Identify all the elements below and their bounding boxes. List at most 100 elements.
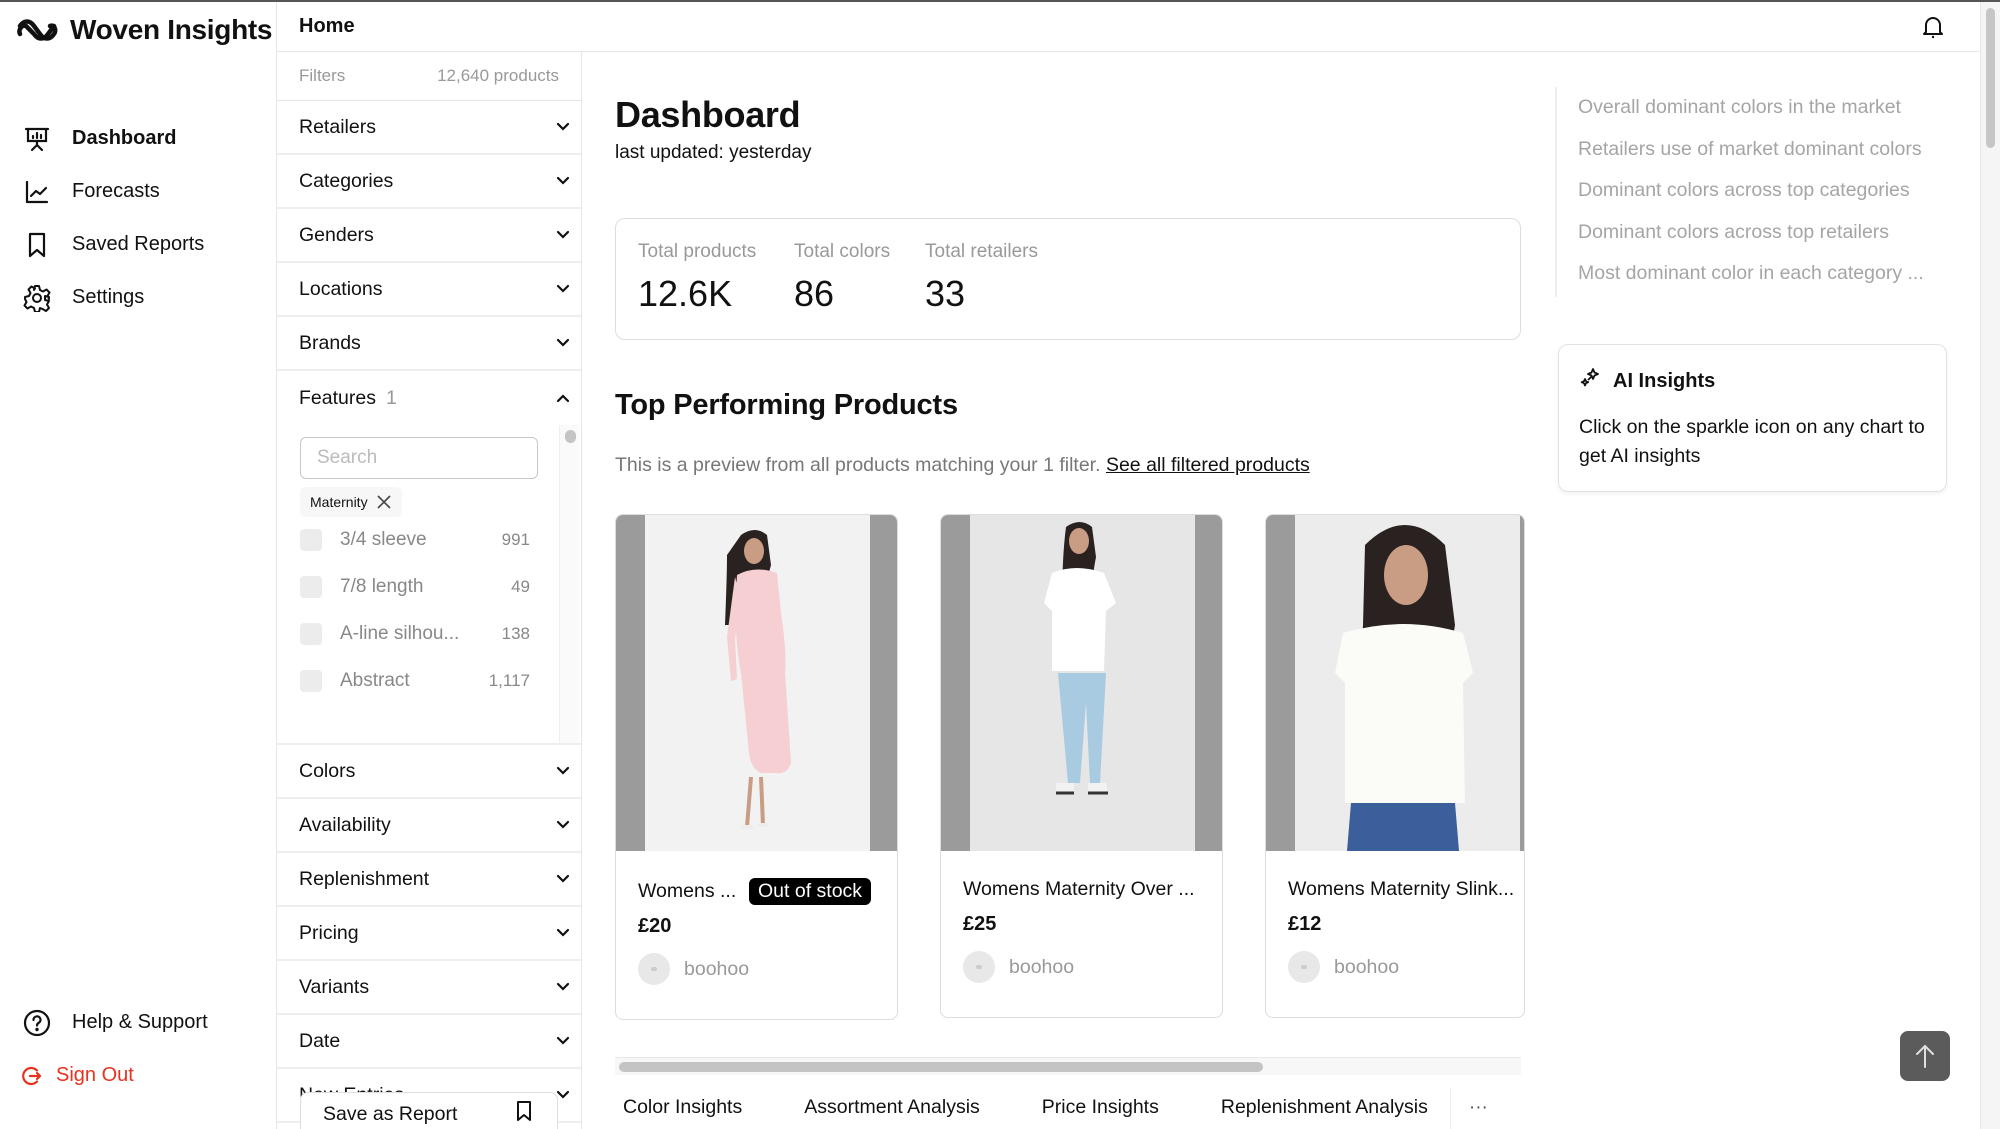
option-label: 3/4 sleeve	[340, 529, 427, 550]
option-label: 7/8 length	[340, 576, 424, 597]
product-card[interactable]: Womens ... Out of stock £20 boohoo	[615, 514, 898, 1020]
chevron-down-icon	[553, 977, 573, 997]
breadcrumb[interactable]: Home	[299, 15, 355, 38]
help-circle-icon	[22, 1008, 52, 1038]
scrollbar-thumb[interactable]	[1986, 8, 1995, 148]
stat-value: 86	[794, 273, 835, 314]
ai-insights-text: Click on the sparkle icon on any chart t…	[1579, 416, 1925, 467]
nav-item-forecasts[interactable]: Forecasts	[0, 165, 277, 218]
nav-item-sign-out[interactable]: Sign Out	[0, 1049, 277, 1102]
nav-item-help-support[interactable]: Help & Support	[0, 996, 277, 1049]
filter-categories[interactable]: Categories	[277, 155, 581, 209]
product-name: Womens Maternity Slink...	[1288, 878, 1515, 900]
more-tabs-button[interactable]: ···	[1449, 1086, 1506, 1129]
product-card[interactable]: Womens Maternity Slink... £12 boohoo	[1265, 514, 1525, 1018]
product-image	[616, 515, 897, 851]
stat-total-products: Total products 12.6K	[638, 241, 756, 315]
nav-item-dashboard[interactable]: Dashboard	[0, 112, 277, 165]
tab-color-insights[interactable]: Color Insights	[615, 1086, 750, 1129]
top-header: Home	[277, 2, 1980, 52]
nav-item-settings[interactable]: Settings	[0, 271, 277, 324]
features-scrollbar[interactable]	[559, 425, 579, 743]
scroll-to-top-button[interactable]	[1900, 1031, 1950, 1081]
products-horizontal-scrollbar[interactable]	[615, 1057, 1521, 1075]
toc-item[interactable]: Retailers use of market dominant colors	[1578, 129, 1955, 171]
chevron-down-icon	[553, 333, 573, 353]
scrollbar-thumb[interactable]	[565, 430, 576, 443]
scrollbar-thumb[interactable]	[619, 1062, 1263, 1072]
filter-label: Brands	[299, 331, 361, 354]
tab-assortment-analysis[interactable]: Assortment Analysis	[796, 1086, 988, 1129]
chevron-down-icon	[553, 869, 573, 889]
app-logo[interactable]: Woven Insights	[16, 14, 273, 46]
stat-label: Total colors	[794, 241, 891, 262]
checkbox[interactable]	[300, 670, 322, 692]
filter-replenishment[interactable]: Replenishment	[277, 853, 581, 907]
filter-label: Features	[299, 386, 376, 409]
retailer: boohoo	[963, 951, 1074, 983]
filter-locations[interactable]: Locations	[277, 263, 581, 317]
features-search-input[interactable]	[300, 437, 538, 479]
chevron-down-icon	[553, 225, 573, 245]
filter-availability[interactable]: Availability	[277, 799, 581, 853]
filter-retailers[interactable]: Retailers	[277, 101, 581, 155]
toc-item[interactable]: Most dominant color in each category ...	[1578, 253, 1955, 295]
chevron-down-icon	[553, 761, 573, 781]
retailer-logo-icon	[638, 953, 670, 985]
stat-label: Total retailers	[925, 241, 1038, 262]
filter-variants[interactable]: Variants	[277, 961, 581, 1015]
save-as-report-button[interactable]: Save as Report	[300, 1092, 558, 1129]
product-card[interactable]: Womens Maternity Over ... £25 boohoo	[940, 514, 1223, 1018]
section-toc: Overall dominant colors in the market Re…	[1555, 87, 1955, 297]
filter-brands[interactable]: Brands	[277, 317, 581, 371]
sparkle-icon	[1579, 367, 1601, 395]
bell-icon[interactable]	[1920, 14, 1946, 45]
out-of-stock-badge: Out of stock	[749, 878, 872, 905]
filter-label: Colors	[299, 759, 356, 782]
toc-item[interactable]: Dominant colors across top retailers	[1578, 212, 1955, 254]
chevron-down-icon	[553, 117, 573, 137]
nav-item-saved-reports[interactable]: Saved Reports	[0, 218, 277, 271]
filter-features[interactable]: Features 1	[277, 371, 581, 425]
stat-value: 12.6K	[638, 273, 733, 314]
ai-insights-card: AI Insights Click on the sparkle icon on…	[1558, 344, 1947, 492]
checkbox[interactable]	[300, 529, 322, 551]
tab-replenishment-analysis[interactable]: Replenishment Analysis	[1213, 1086, 1436, 1129]
page-scrollbar[interactable]	[1980, 2, 2000, 1129]
filter-active-count: 1	[385, 386, 397, 409]
filter-label: Retailers	[299, 115, 376, 138]
close-icon[interactable]	[376, 494, 392, 510]
filter-label: Availability	[299, 813, 391, 836]
presentation-chart-icon	[22, 124, 52, 154]
filter-label: Pricing	[299, 921, 359, 944]
product-image	[1266, 515, 1524, 851]
tab-price-insights[interactable]: Price Insights	[1034, 1086, 1167, 1129]
feature-option[interactable]: 3/4 sleeve 991	[300, 525, 530, 555]
ai-insights-header: AI Insights	[1579, 367, 1926, 395]
checkbox[interactable]	[300, 576, 322, 598]
filter-colors[interactable]: Colors	[277, 745, 581, 799]
filters-title: Filters	[299, 66, 346, 85]
retailer: boohoo	[638, 953, 749, 985]
nav-label: Settings	[72, 286, 145, 308]
option-count: 991	[501, 530, 530, 549]
filter-pricing[interactable]: Pricing	[277, 907, 581, 961]
filter-date[interactable]: Date	[277, 1015, 581, 1069]
line-chart-icon	[22, 177, 52, 207]
retailer-logo-icon	[1288, 951, 1320, 983]
gear-icon	[22, 283, 52, 313]
sidebar-nav: Woven Insights Dashboard Forecasts Saved…	[0, 2, 277, 1129]
nav-label: Dashboard	[72, 127, 177, 149]
toc-item[interactable]: Dominant colors across top categories	[1578, 170, 1955, 212]
filters-header: Filters 12,640 products	[277, 52, 581, 101]
filter-genders[interactable]: Genders	[277, 209, 581, 263]
filter-label: Replenishment	[299, 867, 430, 890]
dashboard-main: Dashboard last updated: yesterday Total …	[582, 52, 1557, 1129]
toc-item[interactable]: Overall dominant colors in the market	[1578, 87, 1955, 129]
last-updated: last updated: yesterday	[615, 142, 812, 163]
see-all-filtered-products-link[interactable]: See all filtered products	[1106, 454, 1310, 476]
feature-option[interactable]: Abstract 1,117	[300, 666, 530, 696]
feature-option[interactable]: A-line silhou... 138	[300, 619, 530, 649]
feature-option[interactable]: 7/8 length 49	[300, 572, 530, 602]
checkbox[interactable]	[300, 623, 322, 645]
